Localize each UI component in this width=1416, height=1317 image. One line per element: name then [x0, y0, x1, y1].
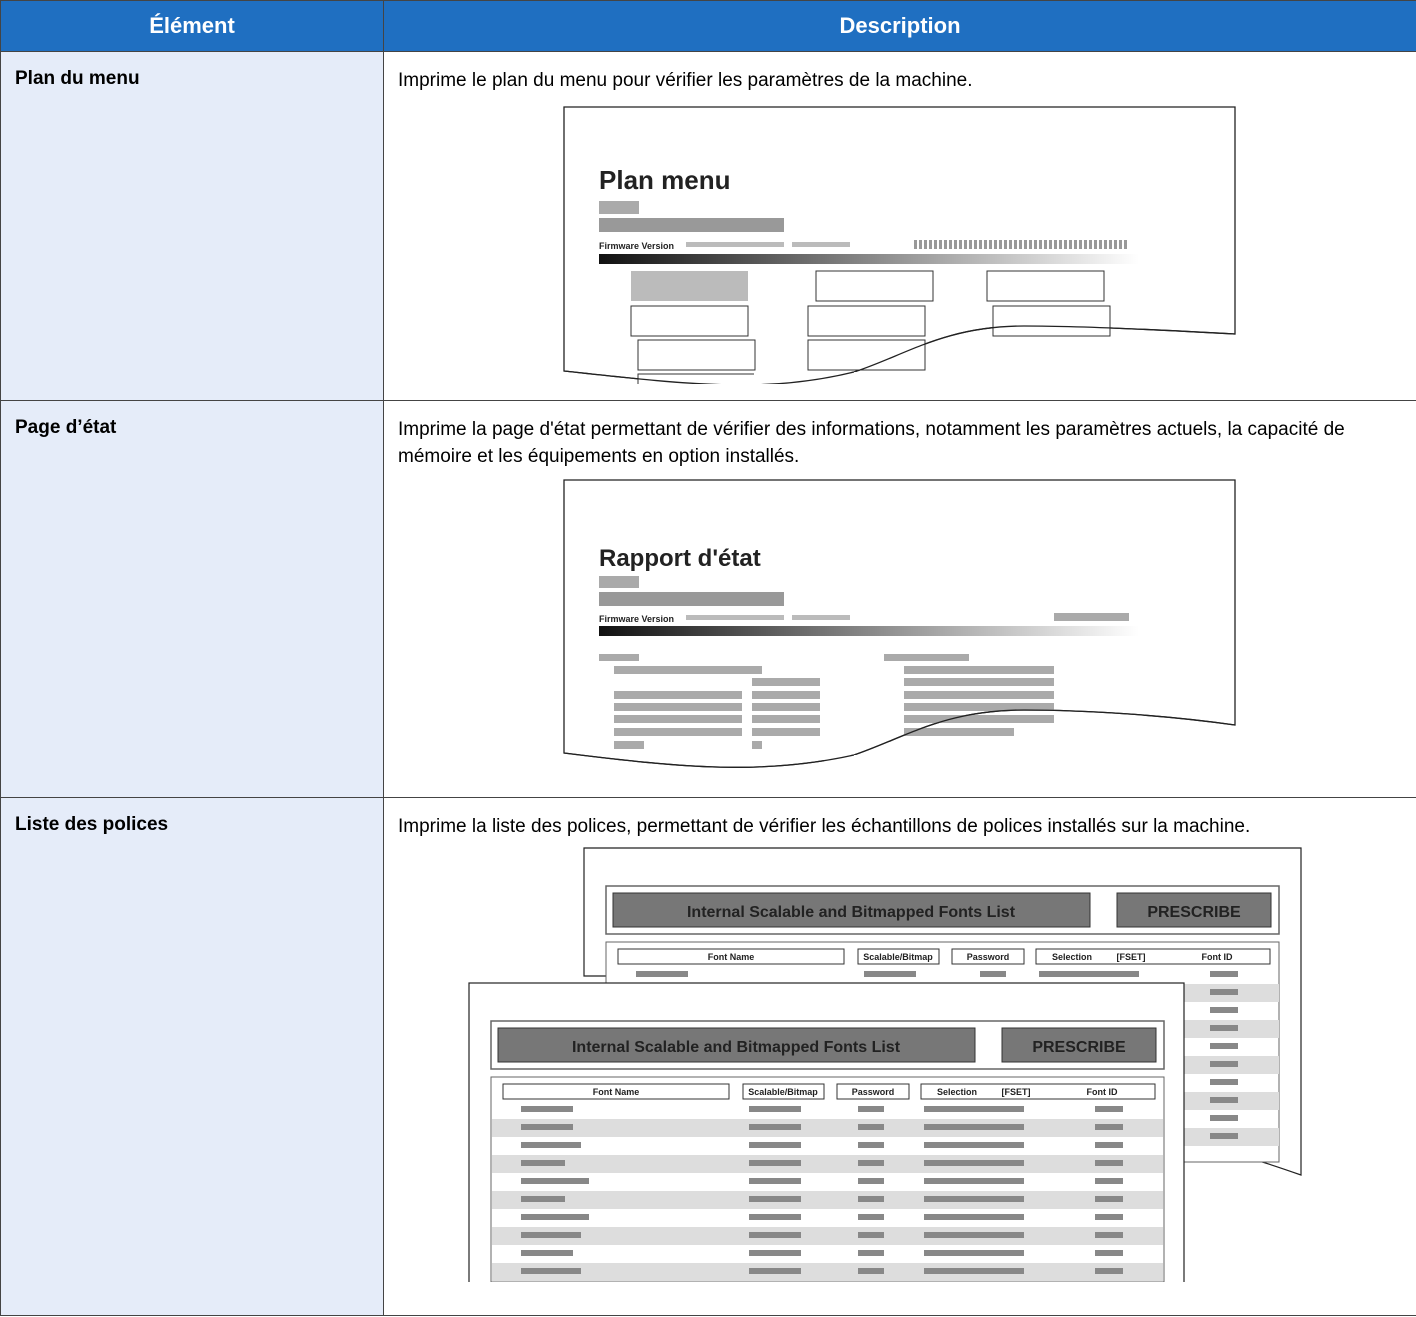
back-col-font-name: Font Name: [708, 952, 755, 962]
item-cell: Liste des polices: [0, 797, 384, 1316]
item-label: Liste des polices: [15, 814, 169, 835]
menu-map-illustration: Plan menu Firmware Version: [384, 94, 1416, 405]
item-label: Page d’état: [15, 417, 117, 438]
menu-map-title: Plan menu: [599, 165, 730, 195]
front-col-selection: Selection: [937, 1087, 977, 1097]
item-cell: Page d’état: [0, 400, 384, 798]
front-col-font-name: Font Name: [593, 1087, 640, 1097]
back-font-list-title: Internal Scalable and Bitmapped Fonts Li…: [687, 904, 1016, 921]
status-page-title: Rapport d'état: [599, 545, 761, 572]
description-text: Imprime la liste des polices, permettant…: [398, 816, 1251, 837]
description-cell: Imprime le plan du menu pour vérifier le…: [383, 51, 1416, 405]
front-prescribe-label: PRESCRIBE: [1032, 1039, 1126, 1056]
header-item: Élément: [0, 0, 384, 52]
description-text: Imprime la page d'état permettant de vér…: [398, 419, 1345, 467]
front-col-password: Password: [852, 1087, 895, 1097]
document-table: Élément Description Plan du menu Imprime…: [0, 0, 1416, 1316]
table-row: Liste des polices Imprime la liste des p…: [0, 797, 1416, 1316]
status-page-firmware-label: Firmware Version: [599, 614, 674, 624]
header-row: Élément Description: [0, 0, 1416, 52]
header-description: Description: [383, 0, 1416, 52]
front-col-scalable: Scalable/Bitmap: [748, 1087, 818, 1097]
menu-map-firmware-label: Firmware Version: [599, 241, 674, 251]
back-col-password: Password: [967, 952, 1010, 962]
item-cell: Plan du menu: [0, 51, 384, 401]
description-cell: Imprime la page d'état permettant de vér…: [383, 400, 1416, 798]
front-col-font-id: Font ID: [1087, 1087, 1118, 1097]
back-prescribe-label: PRESCRIBE: [1147, 904, 1241, 921]
status-page-printout-image: Rapport d'état Firmware Version: [563, 479, 1244, 785]
font-list-printout-image: Internal Scalable and Bitmapped Fonts Li…: [468, 847, 1302, 1294]
back-col-font-id: Font ID: [1202, 952, 1233, 962]
status-page-illustration: Rapport d'état Firmware Version: [384, 470, 1416, 795]
back-col-scalable: Scalable/Bitmap: [863, 952, 933, 962]
font-list-illustration: Internal Scalable and Bitmapped Fonts Li…: [384, 840, 1416, 1294]
table-row: Page d’état Imprime la page d'état perme…: [0, 400, 1416, 798]
table-row: Plan du menu Imprime le plan du menu pou…: [0, 51, 1416, 405]
front-col-fset: [FSET]: [1002, 1087, 1031, 1097]
description-cell: Imprime la liste des polices, permettant…: [383, 797, 1416, 1316]
back-col-fset: [FSET]: [1117, 952, 1146, 962]
description-text: Imprime le plan du menu pour vérifier le…: [398, 70, 973, 91]
front-font-list-title: Internal Scalable and Bitmapped Fonts Li…: [572, 1039, 901, 1056]
item-label: Plan du menu: [15, 68, 140, 89]
menu-map-printout-image: Plan menu Firmware Version: [563, 106, 1236, 405]
back-col-selection: Selection: [1052, 952, 1092, 962]
